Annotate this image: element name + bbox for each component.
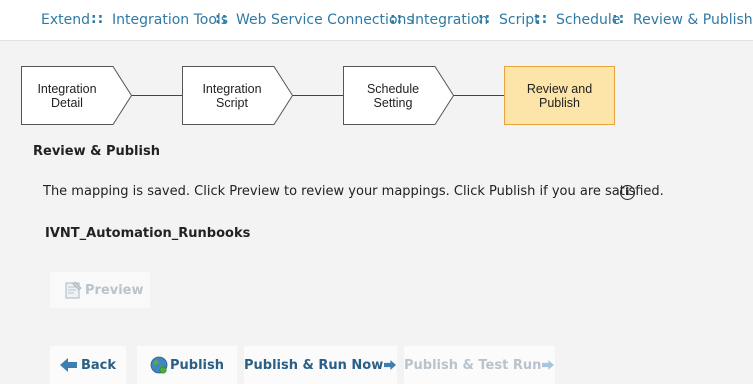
arrow-right-icon xyxy=(542,360,555,370)
breadcrumb-separator: :: xyxy=(478,11,492,27)
step-connector xyxy=(292,95,343,96)
breadcrumb-review-publish[interactable]: Review & Publish xyxy=(633,12,753,28)
info-icon[interactable]: i xyxy=(620,185,635,200)
step-connector xyxy=(131,95,182,96)
section-title: Review & Publish xyxy=(33,144,160,159)
breadcrumb-extend[interactable]: Extend xyxy=(41,12,90,28)
step-integration-script[interactable]: Integration Script xyxy=(182,66,294,125)
back-button-label: Back xyxy=(80,357,117,373)
breadcrumb-script[interactable]: Script xyxy=(499,12,540,28)
breadcrumb-web-service-connections[interactable]: Web Service Connections xyxy=(236,12,414,28)
publish-button-label: Publish xyxy=(170,357,224,373)
arrow-left-icon xyxy=(59,358,77,372)
arrow-right-icon xyxy=(384,360,397,370)
wizard-steps: Integration Detail Integration Script Sche… xyxy=(0,62,753,130)
publish-test-run-button[interactable]: Publish & Test Run xyxy=(404,346,555,384)
globe-icon xyxy=(150,356,168,374)
step-label: Integration xyxy=(202,81,262,96)
step-label: Setting xyxy=(373,95,413,110)
step-connector xyxy=(453,95,504,96)
publish-button[interactable]: Publish xyxy=(137,346,237,384)
breadcrumb: Extend :: Integration Tools :: Web Servi… xyxy=(0,0,753,41)
preview-button[interactable]: Preview xyxy=(50,272,150,308)
step-label: Publish xyxy=(538,95,580,110)
instruction-message: The mapping is saved. Click Preview to r… xyxy=(43,184,664,199)
preview-icon xyxy=(65,281,82,299)
breadcrumb-separator: :: xyxy=(91,11,105,27)
breadcrumb-separator: :: xyxy=(215,11,229,27)
publish-run-now-label: Publish & Run Now xyxy=(244,357,384,373)
runbook-name: IVNT_Automation_Runbooks xyxy=(45,226,251,241)
publish-test-run-label: Publish & Test Run xyxy=(404,357,542,373)
breadcrumb-separator: :: xyxy=(390,11,404,27)
step-label: Script xyxy=(216,95,248,110)
breadcrumb-separator: :: xyxy=(535,11,549,27)
publish-run-now-button[interactable]: Publish & Run Now xyxy=(244,346,397,384)
step-review-and-publish[interactable]: Review and Publish xyxy=(504,66,615,125)
step-label: Integration xyxy=(37,81,97,96)
preview-button-label: Preview xyxy=(85,282,144,298)
step-label: Detail xyxy=(51,95,83,110)
step-schedule-setting[interactable]: Schedule Setting xyxy=(343,66,455,125)
step-integration-detail[interactable]: Integration Detail xyxy=(21,66,133,125)
breadcrumb-integration-tools[interactable]: Integration Tools xyxy=(112,12,228,28)
breadcrumb-schedule[interactable]: Schedule xyxy=(556,12,620,28)
breadcrumb-integration[interactable]: Integration xyxy=(411,12,488,28)
step-label: Review and xyxy=(526,81,593,96)
breadcrumb-separator: :: xyxy=(612,11,626,27)
step-label: Schedule xyxy=(366,81,420,96)
back-button[interactable]: Back xyxy=(50,346,126,384)
